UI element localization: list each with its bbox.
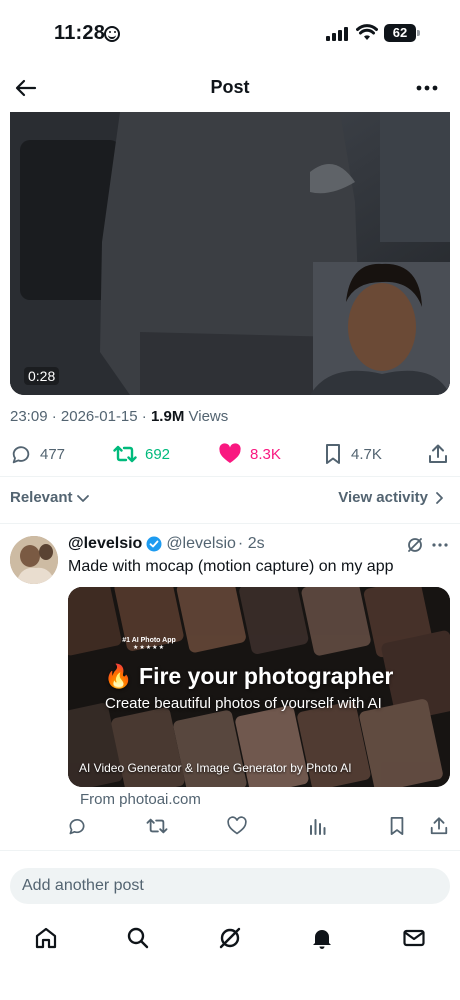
reply-text: Made with mocap (motion capture) on my a… [68, 558, 394, 575]
card-caption: AI Video Generator & Image Generator by … [79, 761, 352, 775]
share-icon [429, 444, 447, 463]
link-card[interactable]: #1 AI Photo App ★★★★★ 🔥 Fire your photog… [68, 587, 450, 787]
reply-author: @levelsio @levelsio · 2s [68, 535, 265, 553]
post-meta: 23:09 · 2026-01-15 · 1.9M Views [10, 408, 229, 425]
focus-smiley-icon [104, 26, 120, 42]
views-label: Views [188, 408, 229, 425]
reply-sort-dropdown[interactable]: Relevant [10, 489, 90, 506]
avatar[interactable] [10, 536, 58, 584]
divider [0, 523, 460, 524]
share-button[interactable] [427, 440, 457, 468]
wifi-icon [356, 24, 378, 40]
more-icon[interactable] [414, 76, 440, 100]
repost-icon[interactable] [146, 816, 168, 836]
reply-time: · 2s [237, 535, 265, 552]
notifications-icon[interactable] [310, 926, 334, 950]
view-activity-link[interactable]: View activity [338, 489, 446, 506]
reply-handle[interactable]: @levelsio [166, 535, 236, 553]
cellular-signal-icon [326, 27, 348, 41]
chevron-right-icon [436, 491, 443, 504]
messages-icon[interactable] [402, 926, 426, 950]
search-icon[interactable] [126, 926, 150, 950]
reply-count: 477 [40, 445, 66, 463]
award-badge: #1 AI Photo App ★★★★★ [112, 631, 186, 661]
share-icon[interactable] [429, 816, 449, 836]
status-time: 11:28 [54, 22, 106, 44]
card-title: 🔥 Fire your photographer [104, 663, 394, 689]
card-source[interactable]: From photoai.com [80, 791, 201, 808]
more-icon[interactable] [430, 536, 450, 554]
avatar-photo [10, 536, 58, 584]
bookmark-button[interactable]: 4.7K [323, 440, 382, 468]
card-subtitle: Create beautiful photos of yourself with… [105, 695, 382, 712]
view-activity-label: View activity [338, 489, 428, 506]
add-post-input[interactable]: Add another post [10, 868, 450, 904]
reply-icon [12, 446, 30, 464]
repost-button[interactable]: 692 [113, 440, 170, 468]
badge-stars: ★★★★★ [133, 645, 165, 651]
video-frame [10, 112, 450, 395]
heart-icon [219, 443, 241, 463]
reply-icon[interactable] [67, 816, 87, 836]
post-header: Post [0, 66, 460, 110]
analytics-icon[interactable] [308, 816, 328, 836]
heart-icon[interactable] [227, 816, 247, 836]
reply-display-name[interactable]: @levelsio [68, 535, 142, 553]
repost-icon [113, 445, 137, 463]
video-duration: 0:28 [24, 367, 60, 385]
like-count: 8.3K [250, 445, 281, 463]
post-date: 2026-01-15 [60, 408, 138, 425]
bookmark-count: 4.7K [351, 445, 382, 463]
grok-icon[interactable] [406, 536, 424, 554]
verified-badge-icon [146, 536, 162, 552]
divider [0, 850, 460, 851]
repost-count: 692 [145, 445, 171, 463]
home-icon[interactable] [34, 926, 58, 950]
grok-icon[interactable] [218, 926, 242, 950]
status-bar: 11:28 62 [0, 0, 460, 66]
bottom-navigation [0, 914, 460, 964]
reply-actions [0, 816, 460, 840]
views-count: 1.9M [150, 408, 185, 425]
reply-button[interactable]: 477 [10, 440, 65, 468]
badge-text: #1 AI Photo App [122, 637, 176, 644]
post-actions: 477 692 8.3K 4.7K [0, 440, 460, 470]
divider [0, 476, 460, 477]
battery-indicator: 62 [384, 24, 420, 42]
bookmark-icon [326, 444, 340, 464]
post-time: 23:09 [10, 408, 48, 425]
post-video[interactable]: 0:28 [10, 112, 450, 395]
bookmark-icon[interactable] [388, 816, 406, 836]
page-title: Post [210, 77, 250, 97]
sort-label: Relevant [10, 489, 73, 506]
like-button[interactable]: 8.3K [218, 440, 281, 468]
chevron-down-icon [76, 494, 89, 502]
